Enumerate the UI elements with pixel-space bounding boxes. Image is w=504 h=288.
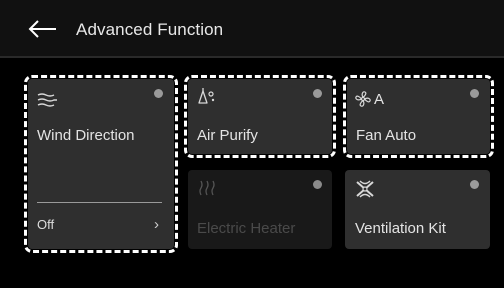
wind-direction-label: Wind Direction [37,127,135,144]
fan-auto-card[interactable]: A Fan Auto [343,75,494,158]
page-title: Advanced Function [76,20,224,39]
chevron-right-icon[interactable]: › [154,216,159,233]
back-button[interactable] [26,18,66,40]
fan-auto-label: Fan Auto [356,127,417,144]
ventilation-kit-card[interactable]: Ventilation Kit [345,170,490,249]
status-dot [470,180,479,189]
electric-heater-label: Electric Heater [197,220,296,237]
wind-icon [37,93,57,107]
wind-direction-divider [37,202,162,203]
fan-auto-icon-text: A [374,90,385,108]
ventilation-icon [356,180,374,198]
status-dot [313,180,322,189]
status-dot [154,89,163,98]
air-purify-card[interactable]: Air Purify [184,75,336,158]
fan-icon [355,91,371,107]
air-purify-label: Air Purify [197,127,258,144]
wind-direction-status: Off [37,217,55,232]
arrow-left-icon [28,20,56,38]
status-dot [313,89,322,98]
fan-auto-icon-group: A [354,90,384,108]
ventilation-kit-label: Ventilation Kit [355,220,446,237]
header-divider [0,56,504,58]
status-dot [470,89,479,98]
air-purify-icon [198,88,215,104]
electric-heater-card: Electric Heater [188,170,332,249]
heater-icon [199,180,215,196]
wind-direction-card[interactable]: Wind Direction Off › [24,75,178,253]
header-bar: Advanced Function [0,0,504,56]
